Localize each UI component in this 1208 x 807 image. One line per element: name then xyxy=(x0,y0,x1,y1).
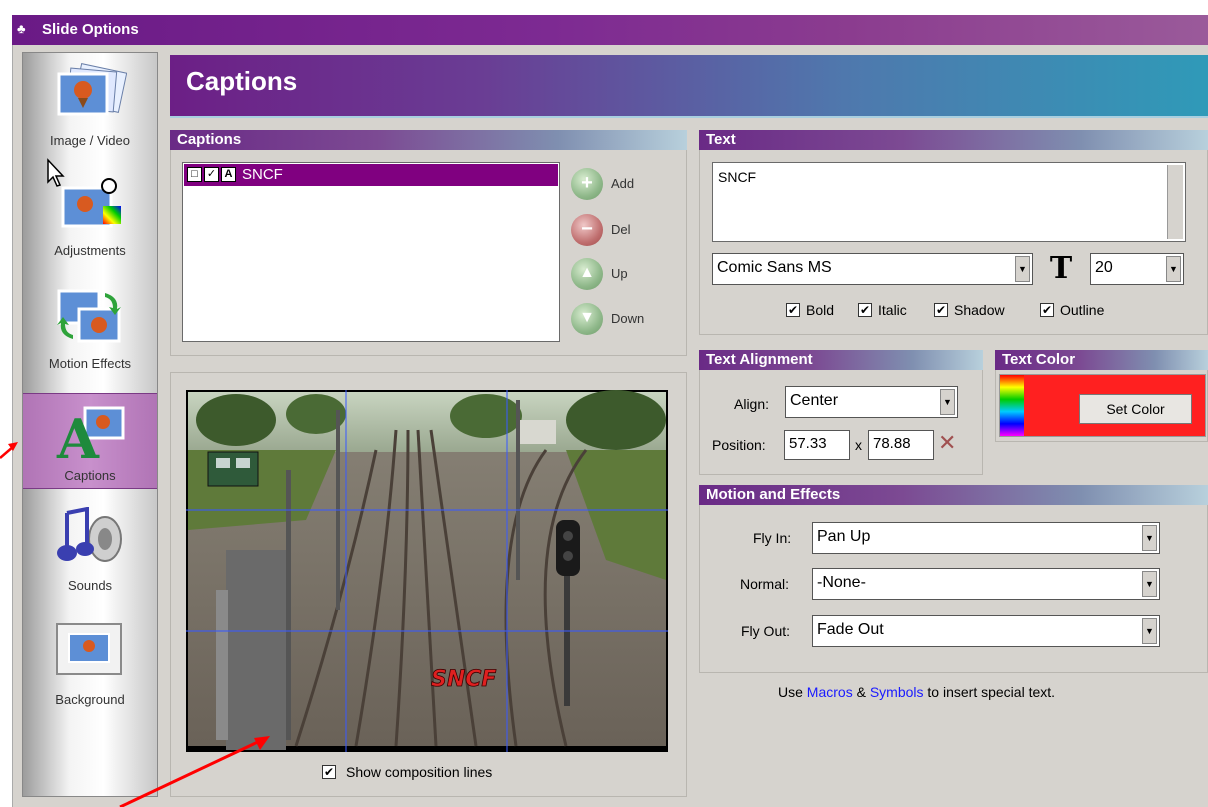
mouse-pointer-icon xyxy=(47,158,65,187)
annotation-arrows xyxy=(0,442,270,807)
